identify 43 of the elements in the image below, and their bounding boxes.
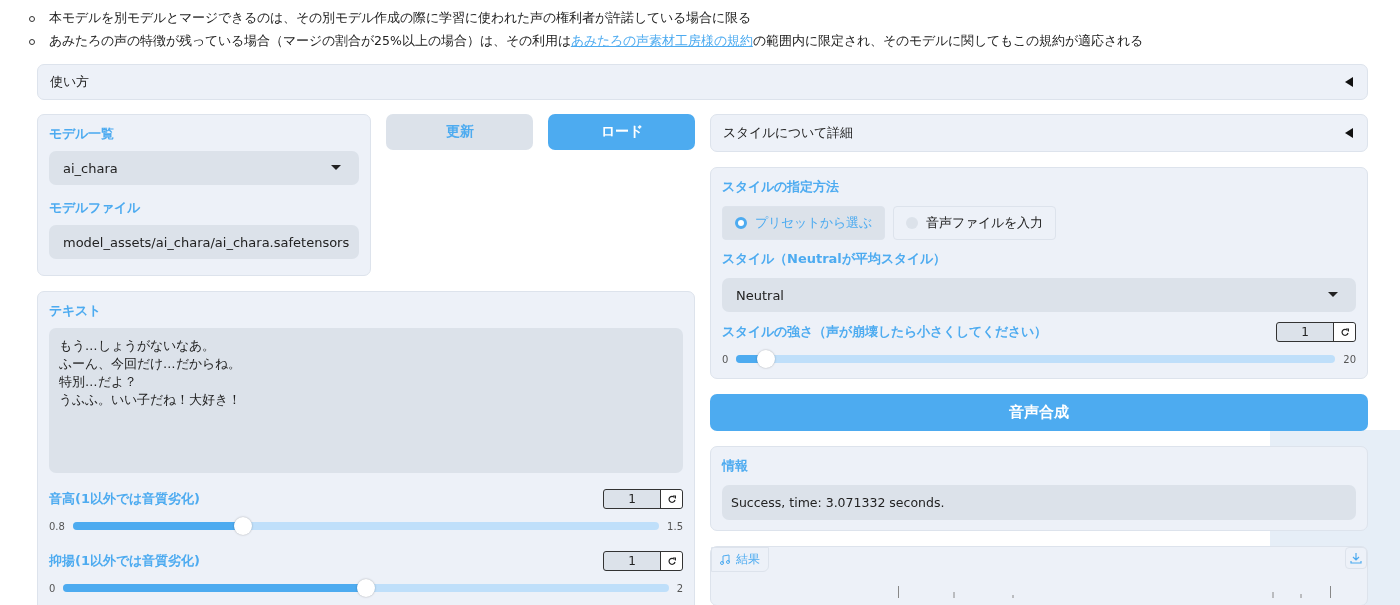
music-note-icon bbox=[720, 554, 730, 565]
triangle-left-icon bbox=[1343, 76, 1355, 88]
text-input-field[interactable]: もう…しょうがないなあ。 ふーん、今回だけ…だからね。 特別…だよ？ うふふ。いい子だね！大好き！ bbox=[49, 328, 683, 473]
download-button[interactable] bbox=[1345, 547, 1367, 569]
min-label: 0.8 bbox=[49, 520, 65, 532]
radio-icon[interactable] bbox=[735, 217, 747, 229]
dropdown[interactable]: ai_chara bbox=[49, 151, 359, 185]
slider-track[interactable] bbox=[736, 350, 1336, 368]
text-line: もう…しょうがないなあ。 bbox=[59, 338, 215, 353]
dropdown[interactable]: model_assets/ai_chara/ai_chara.safetensors bbox=[49, 225, 359, 259]
slider-track[interactable] bbox=[63, 579, 669, 597]
slider-thumb[interactable] bbox=[357, 579, 375, 597]
field-label: スタイルの指定方法 bbox=[722, 178, 840, 196]
field-label: 情報 bbox=[722, 457, 749, 475]
output-field: Success, time: 3.071332 seconds. bbox=[722, 485, 1356, 520]
accordion-header[interactable]: スタイルについて詳細 bbox=[710, 114, 1368, 152]
download-icon bbox=[1350, 552, 1362, 564]
text-line: うふふ。いい子だね！大好き！ bbox=[59, 392, 241, 407]
caret-icon bbox=[331, 165, 341, 171]
slider-thumb[interactable] bbox=[757, 350, 776, 368]
min-label: 0 bbox=[49, 582, 56, 594]
slider-label: 抑揚(1以外では音質劣化) bbox=[49, 552, 200, 570]
text-line: ふーん、今回だけ…だからね。 bbox=[59, 356, 241, 371]
field-label: スタイル（Neutralが平均スタイル） bbox=[722, 250, 947, 268]
field-label: テキスト bbox=[49, 302, 102, 320]
min-label: 0 bbox=[722, 353, 729, 365]
max-label: 20 bbox=[1343, 353, 1356, 365]
caret-icon bbox=[1328, 292, 1338, 298]
accordion-header[interactable]: 使い方 bbox=[37, 64, 1368, 100]
triangle-left-icon bbox=[1343, 127, 1355, 139]
text-line: 特別…だよ？ bbox=[59, 374, 137, 389]
slider-label: スタイルの強さ（声が崩壊したら小さくしてください） bbox=[722, 323, 1047, 341]
note-text: あみたろの声の特徴が残っている場合（マージの割合が25%以上の場合）は、その利用はあみたろの声素材工房様の規約の範囲内に限定され、そのモデルに関してもこの規約が適応される bbox=[49, 33, 1143, 50]
max-label: 2 bbox=[676, 582, 683, 594]
field-label: モデル一覧 bbox=[49, 125, 115, 143]
max-label: 1.5 bbox=[667, 520, 683, 532]
dropdown[interactable]: Neutral bbox=[722, 278, 1356, 312]
radio-option[interactable]: 音声ファイルを入力 bbox=[893, 206, 1056, 240]
slider-label: 音高(1以外では音質劣化) bbox=[49, 490, 200, 508]
slider-thumb[interactable] bbox=[233, 517, 252, 535]
note-text: 本モデルを別モデルとマージできるのは、その別モデル作成の際に学習に使われた声の権利者が許諾している場合に限る bbox=[49, 10, 751, 27]
slider-track[interactable] bbox=[72, 517, 660, 535]
field-label: モデルファイル bbox=[49, 199, 141, 217]
